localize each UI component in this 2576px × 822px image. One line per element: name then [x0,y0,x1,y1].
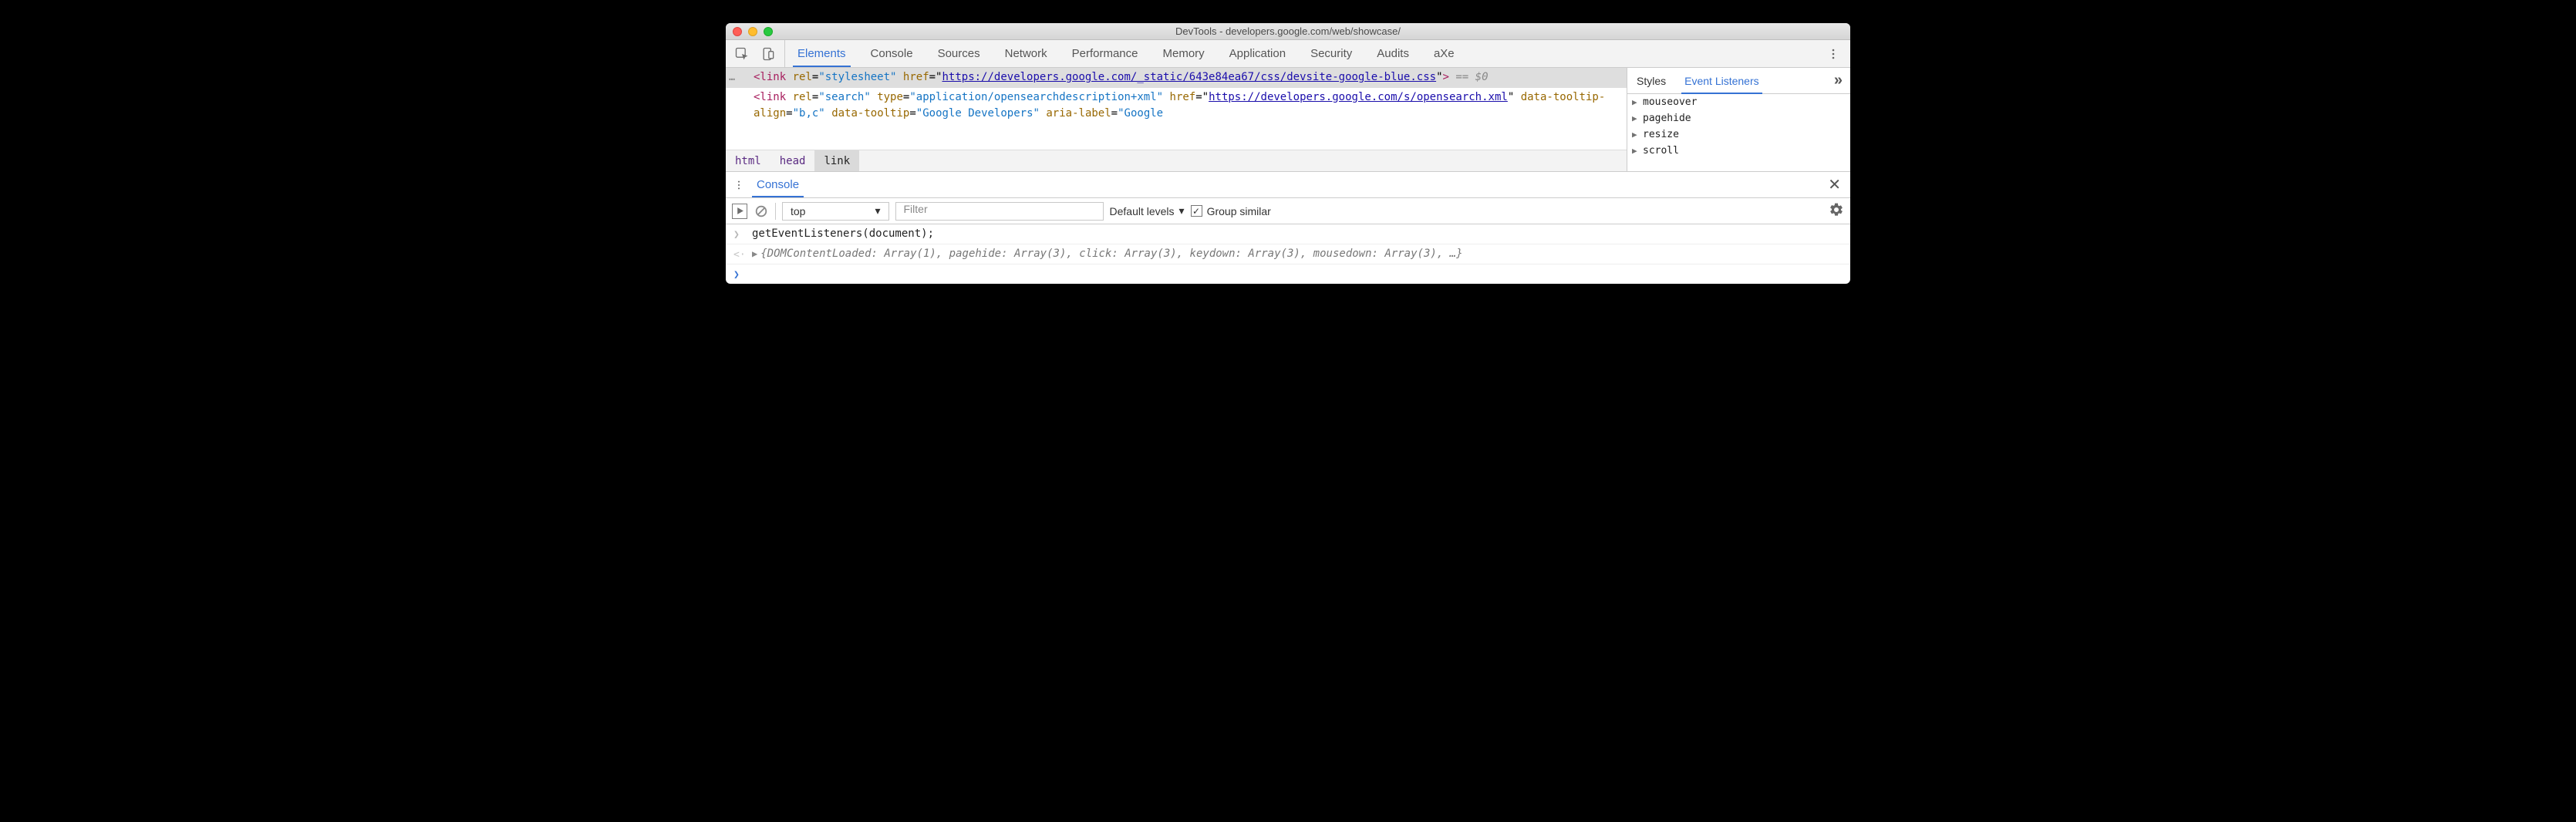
event-item-resize[interactable]: ▶resize [1627,126,1850,143]
inspect-element-icon[interactable] [730,42,754,66]
elements-panel: ⋯ <link rel="stylesheet" href="https://d… [726,68,1627,171]
dom-node-selected[interactable]: ⋯ <link rel="stylesheet" href="https://d… [726,68,1627,88]
window-title: DevTools - developers.google.com/web/sho… [726,25,1850,37]
more-menu-icon[interactable] [1822,40,1844,67]
log-levels-selector[interactable]: Default levels ▾ [1110,204,1185,217]
main-panel: ⋯ <link rel="stylesheet" href="https://d… [726,68,1850,172]
console-prompt-row[interactable]: ❯ [726,264,1850,284]
toolbar-left [726,40,785,67]
chevron-down-icon: ▾ [1179,204,1185,217]
device-toolbar-icon[interactable] [757,42,780,66]
sidebar: Styles Event Listeners » ▶mouseover▶page… [1627,68,1850,171]
checkbox-checked-icon: ✓ [1191,205,1202,217]
filter-input[interactable]: Filter [895,202,1104,221]
event-item-pagehide[interactable]: ▶pagehide [1627,110,1850,126]
event-item-mouseover[interactable]: ▶mouseover [1627,94,1850,110]
tab-elements[interactable]: Elements [785,40,858,67]
console-output: ❯ getEventListeners(document); <· ▶{DOMC… [726,224,1850,284]
console-toolbar: top ▾ Filter Default levels ▾ ✓ Group si… [726,198,1850,224]
group-similar-toggle[interactable]: ✓ Group similar [1191,205,1271,217]
sidebar-tabs: Styles Event Listeners » [1627,68,1850,94]
event-item-scroll[interactable]: ▶scroll [1627,143,1850,159]
tab-application[interactable]: Application [1217,40,1298,67]
expand-triangle-icon[interactable]: ▶ [752,248,760,259]
tab-network[interactable]: Network [993,40,1060,67]
context-selector[interactable]: top ▾ [782,202,889,221]
console-output-row: <· ▶{DOMContentLoaded: Array(1), pagehid… [726,244,1850,264]
breadcrumb-item[interactable]: html [726,150,770,171]
devtools-tabstrip: ElementsConsoleSourcesNetworkPerformance… [726,40,1850,68]
tab-console[interactable]: Console [858,40,926,67]
breadcrumb: html head link [726,150,1627,171]
sidebar-tab-styles[interactable]: Styles [1627,68,1675,93]
breadcrumb-item-selected[interactable]: link [814,150,859,171]
sidebar-tabs-more-icon[interactable]: » [1826,72,1850,89]
tab-axe[interactable]: aXe [1421,40,1467,67]
drawer-close-icon[interactable]: ✕ [1823,175,1846,194]
event-listeners-list: ▶mouseover▶pagehide▶resize▶scroll [1627,94,1850,171]
chevron-down-icon: ▾ [875,204,880,217]
console-command[interactable]: getEventListeners(document); [752,227,1843,240]
drawer-header: Console ✕ [726,172,1850,198]
ellipsis-icon[interactable]: ⋯ [729,72,736,88]
expand-triangle-icon: ▶ [1632,130,1640,140]
console-input-row: ❯ getEventListeners(document); [726,224,1850,244]
selection-marker: == $0 [1449,71,1489,83]
console-result[interactable]: ▶{DOMContentLoaded: Array(1), pagehide: … [752,248,1843,260]
href-link[interactable]: https://developers.google.com/_static/64… [942,71,1436,83]
titlebar: DevTools - developers.google.com/web/sho… [726,23,1850,40]
expand-triangle-icon: ▶ [1632,97,1640,107]
maximize-icon[interactable] [764,27,773,36]
console-settings-icon[interactable] [1829,202,1844,220]
minimize-icon[interactable] [748,27,757,36]
href-link[interactable]: https://developers.google.com/s/opensear… [1209,91,1508,103]
tab-memory[interactable]: Memory [1151,40,1217,67]
dom-tree[interactable]: ⋯ <link rel="stylesheet" href="https://d… [726,68,1627,150]
input-prompt-icon: ❯ [733,268,744,281]
devtools-window: DevTools - developers.google.com/web/sho… [726,23,1850,284]
tab-security[interactable]: Security [1298,40,1364,67]
clear-console-icon[interactable] [754,204,769,219]
drawer-tab-console[interactable]: Console [747,172,808,197]
context-label: top [791,205,805,217]
tab-sources[interactable]: Sources [926,40,993,67]
tab-performance[interactable]: Performance [1060,40,1151,67]
dom-node[interactable]: <link rel="search" type="application/ope… [726,88,1627,124]
expand-triangle-icon: ▶ [1632,113,1640,123]
tabs: ElementsConsoleSourcesNetworkPerformance… [785,40,1467,67]
breadcrumb-item[interactable]: head [770,150,815,171]
close-icon[interactable] [733,27,742,36]
output-caret-icon: <· [733,248,744,261]
console-drawer: Console ✕ top ▾ Filter Default levels ▾ … [726,172,1850,284]
sidebar-tab-event-listeners[interactable]: Event Listeners [1675,68,1768,93]
input-prompt-icon: ❯ [733,227,744,241]
show-console-sidebar-icon[interactable] [732,204,747,219]
expand-triangle-icon: ▶ [1632,146,1640,156]
tab-audits[interactable]: Audits [1364,40,1421,67]
window-controls [726,27,773,36]
drawer-menu-icon[interactable] [730,180,747,190]
